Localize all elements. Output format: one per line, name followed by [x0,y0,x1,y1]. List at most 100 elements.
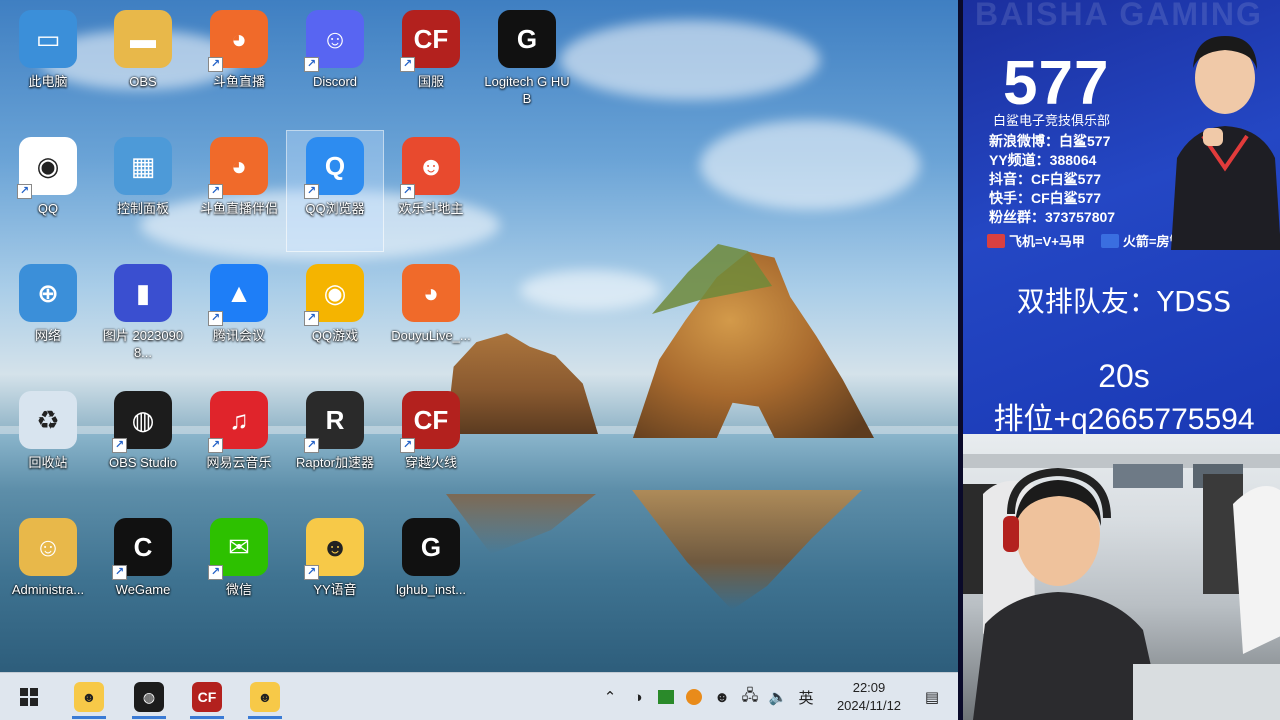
input-method-indicator[interactable]: 英 [794,685,818,709]
desktop-icon-label: QQ浏览器 [305,201,365,216]
timer-text: 20s [1098,358,1150,394]
desktop-icon-tile: ◕ ↗ 斗鱼直播 [191,4,287,124]
taskbar-app[interactable]: ☻ [66,673,112,720]
cloud [520,270,660,310]
gift-plane: 飞机=V+马甲 [987,231,1085,250]
icon-glyph: CF [413,405,449,435]
desktop-icon-label: 腾讯会议 [212,328,265,343]
desktop[interactable]: ▭ 此电脑 ▬ OBS ◕ ↗ 斗鱼直播 ☺ ↗ Discord CF ↗ 国服 G Logitech G … [0,0,958,720]
desktop-icon[interactable]: R ↗ Raptor加速器 [287,385,383,505]
nvidia-tray-icon[interactable] [654,685,678,709]
desktop-icon[interactable]: ◉ ↗ QQ游戏 [287,258,383,378]
desktop-icon[interactable]: CF ↗ 穿越火线 [383,385,479,505]
desktop-icon-label: 此电脑 [28,74,68,89]
desktop-icon-label: 网络 [34,328,61,343]
info-line: YY频道：388064 [989,152,1097,168]
notification-icon[interactable]: ▤ [920,685,944,709]
desktop-icon[interactable]: ◍ ↗ OBS Studio [95,385,191,505]
desktop-icon[interactable]: ☻ ↗ 欢乐斗地主 [383,131,479,251]
desktop-icon-tile: ☻ ↗ YY语音 [287,512,383,632]
yy-taskbar-icon: ☻ [74,682,104,712]
desktop-icon-label: 回收站 [28,455,68,470]
taskbar-app[interactable]: CF [184,673,230,720]
desktop-icon[interactable]: ◕ DouyuLive_... [383,258,479,378]
yy-tray-icon[interactable]: ☻ [710,685,734,709]
desktop-icon[interactable]: ♫ ↗ 网易云音乐 [191,385,287,505]
icon-glyph: ▲ [226,278,252,308]
desktop-icon[interactable]: ✉ ↗ 微信 [191,512,287,632]
desktop-icon[interactable]: CF ↗ 国服 [383,4,479,124]
control-panel-icon: ▦ [114,137,172,195]
social-info: 新浪微博：白鲨577 YY频道：388064 抖音：CF白鲨577 快手：CF白… [989,132,1115,227]
icon-glyph: ◉ [36,151,60,181]
desktop-icon[interactable]: ▬ OBS [95,4,191,124]
chevron-up-icon[interactable]: ⌃ [598,685,622,709]
image-file-icon: ▮ [114,264,172,322]
desktop-icon-tile: ◍ ↗ OBS Studio [95,385,191,505]
volume-icon[interactable]: 🔈 [766,685,790,709]
desktop-icon[interactable]: Glghub_inst... [383,512,479,632]
teammate-text: 双排队友：YDSS [1016,285,1232,318]
desktop-icon[interactable]: ⊕ 网络 [0,258,96,378]
shortcut-arrow-icon: ↗ [112,438,127,453]
wegame-icon: C ↗ [112,518,172,580]
desktop-icon[interactable]: ▭ 此电脑 [0,4,96,124]
cloud [700,120,920,210]
raptor-icon: R ↗ [304,391,364,453]
shortcut-arrow-icon: ↗ [304,184,319,199]
logitech-tray-icon[interactable]: ◑ [626,685,650,709]
desktop-icon[interactable]: ◕ ↗ 斗鱼直播 [191,4,287,124]
rank-text: 排位+q2665775594 [993,403,1255,434]
icon-glyph: ◉ [323,278,347,308]
desktop-icon-tile: ☺ Administra... [0,512,96,632]
desktop-icon-label: Logitech G HUB [484,74,570,106]
desktop-icon-tile: ♫ ↗ 网易云音乐 [191,385,287,505]
shortcut-arrow-icon: ↗ [400,184,415,199]
icon-glyph: CF [413,24,449,54]
qq-browser-icon: Q ↗ [304,137,364,199]
yy-taskbar-icon-2: ☻ [250,682,280,712]
taskbar-app[interactable]: ☻ [242,673,288,720]
shortcut-arrow-icon: ↗ [304,311,319,326]
desktop-icon[interactable]: C ↗ WeGame [95,512,191,632]
cloud [560,20,820,100]
desktop-icon[interactable]: ☻ ↗ YY语音 [287,512,383,632]
yy-icon: ☻ ↗ [304,518,364,580]
taskbar-app[interactable]: ◍ [126,673,172,720]
desktop-icon[interactable]: ◉ ↗ QQ [0,131,96,251]
start-button[interactable] [6,673,52,720]
icon-glyph: ◕ [231,151,247,181]
desktop-icon-tile: ⊕ 网络 [0,258,96,378]
desktop-icon[interactable]: ♻ 回收站 [0,385,96,505]
desktop-icon[interactable]: ▦ 控制面板 [95,131,191,251]
icon-glyph: ☺ [321,24,349,54]
obs-taskbar-icon: ◍ [134,682,164,712]
desktop-icon-tile: ▲ ↗ 腾讯会议 [191,258,287,378]
netease-music-icon: ♫ ↗ [208,391,268,453]
desktop-icon-label: 斗鱼直播 [212,74,265,89]
desktop-icon-label: 图片 20230908... [102,328,184,360]
desktop-icon-tile: ☺ ↗ Discord [287,4,383,124]
icon-glyph: ▬ [130,24,156,54]
desktop-icon[interactable]: ◕ ↗ 斗鱼直播伴侣 [191,131,287,251]
info-line: 粉丝群：373757807 [989,209,1116,225]
desktop-icon[interactable]: ▲ ↗ 腾讯会议 [191,258,287,378]
gift-info: 飞机=V+马甲 火箭=房管 [987,231,1182,250]
desktop-icon[interactable]: G Logitech G HUB [479,4,575,124]
qq-icon: ◉ ↗ [17,137,77,199]
desktop-icon-tile: ☻ ↗ 欢乐斗地主 [383,131,479,251]
desktop-icon-tile: ◕ ↗ 斗鱼直播伴侣 [191,131,287,251]
game-tray-icon[interactable] [682,685,706,709]
desktop-icon[interactable]: ☺ ↗ Discord [287,4,383,124]
desktop-icon[interactable]: Q ↗ QQ浏览器 [286,130,384,252]
icon-glyph: ☺ [34,532,62,562]
desktop-icon-tile: C ↗ WeGame [95,512,191,632]
desktop-icon[interactable]: ▮ 图片 20230908... [95,258,191,378]
clock[interactable]: 22:09 2024/11/12 [826,679,912,715]
shortcut-arrow-icon: ↗ [112,565,127,580]
landlord-game-icon: ☻ ↗ [400,137,460,199]
icon-glyph: ◍ [131,405,155,435]
desktop-icon[interactable]: ☺ Administra... [0,512,96,632]
desktop-icon-label: QQ [37,201,59,216]
network-icon[interactable]: 🖧 [738,685,762,709]
